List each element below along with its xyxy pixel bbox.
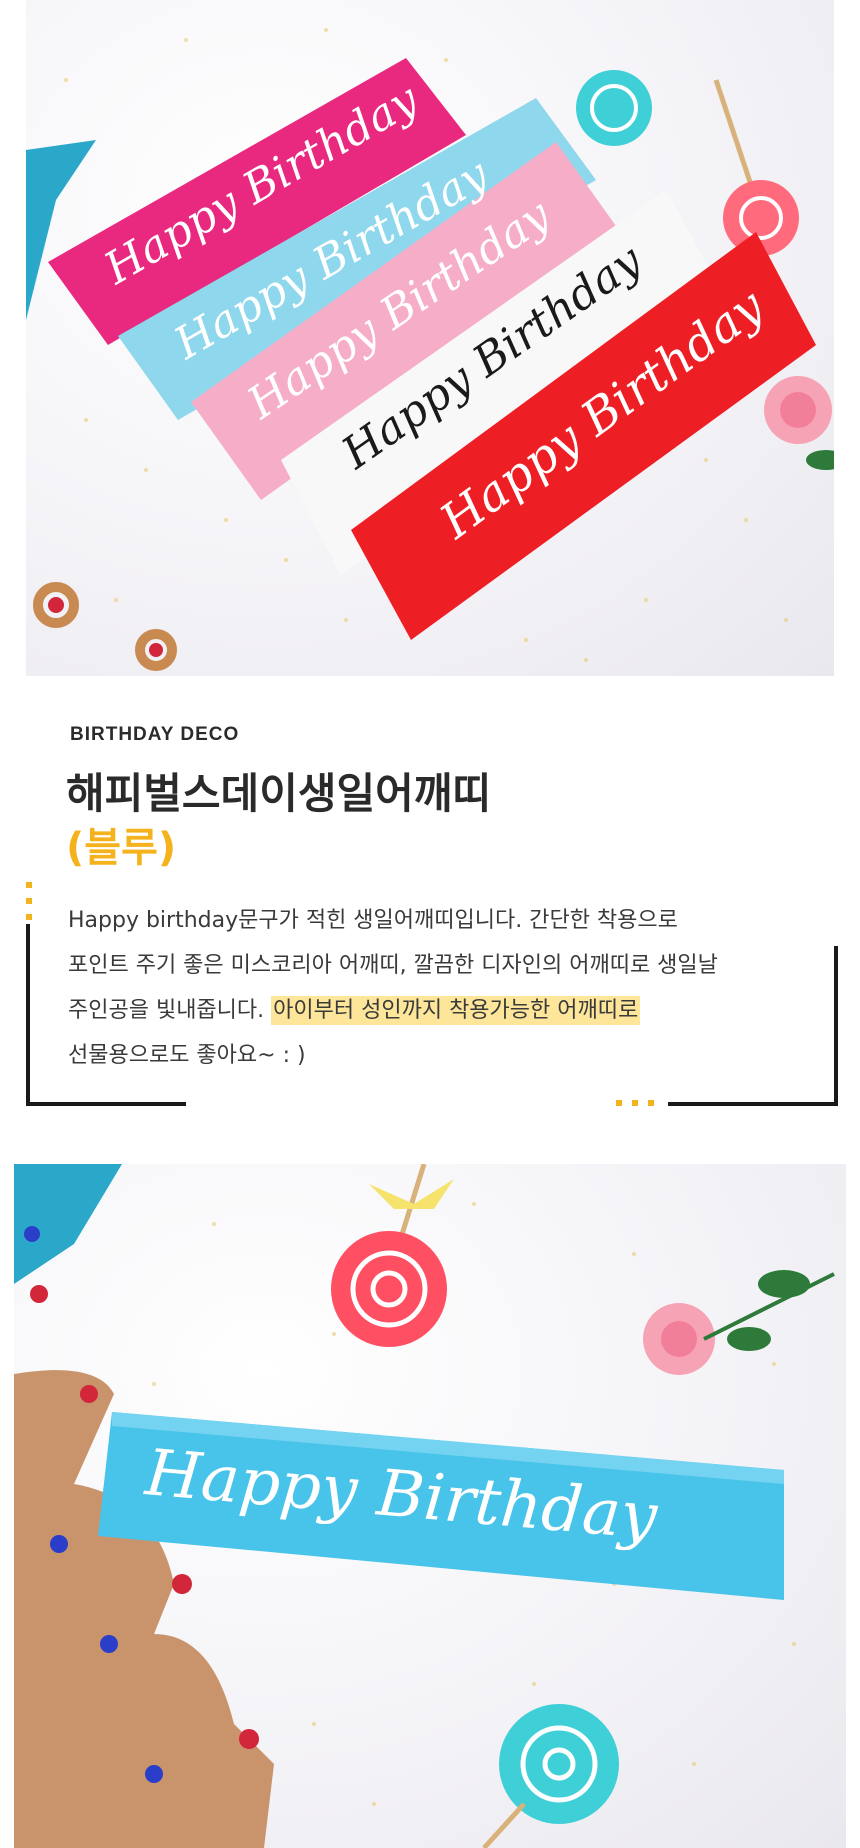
accent-dot [632, 1100, 638, 1106]
accent-dot [26, 914, 32, 920]
product-title: 해피벌스데이생일어깨띠 [66, 769, 492, 818]
frame-bottom-right-bar [668, 1102, 838, 1106]
accent-dot [648, 1100, 654, 1106]
accent-dot [616, 1100, 622, 1106]
accent-dot [26, 898, 32, 904]
blue-sash-illustration: Happy Birthday [14, 1164, 835, 1848]
product-description: Happy birthday문구가 적힌 생일어깨띠입니다. 간단한 착용으로 … [68, 898, 808, 1078]
description-line: Happy birthday문구가 적힌 생일어깨띠입니다. 간단한 착용으로 [68, 908, 678, 933]
description-line: 주인공을 빛내줍니다. [68, 998, 265, 1023]
product-color-variant: (블루) [66, 825, 177, 871]
description-line: 포인트 주기 좋은 미스코리아 어깨띠, 깔끔한 디자인의 어깨띠로 생일날 [68, 953, 718, 978]
product-photo-sashes-stack: Happy Birthday Happy Birthday Happy Birt… [26, 0, 834, 676]
product-photo-blue-sash: Happy Birthday [14, 1164, 846, 1848]
sashes-stack-illustration: Happy Birthday Happy Birthday Happy Birt… [26, 28, 834, 671]
section-eyebrow: BIRTHDAY DECO [70, 724, 240, 745]
description-line: 선물용으로도 좋아요~ : ) [68, 1043, 306, 1068]
frame-right-bar [834, 946, 838, 1106]
accent-dot [26, 882, 32, 888]
frame-left-bar [26, 924, 30, 1106]
frame-bottom-left-bar [26, 1102, 186, 1106]
description-highlight: 아이부터 성인까지 착용가능한 어깨띠로 [271, 996, 641, 1025]
